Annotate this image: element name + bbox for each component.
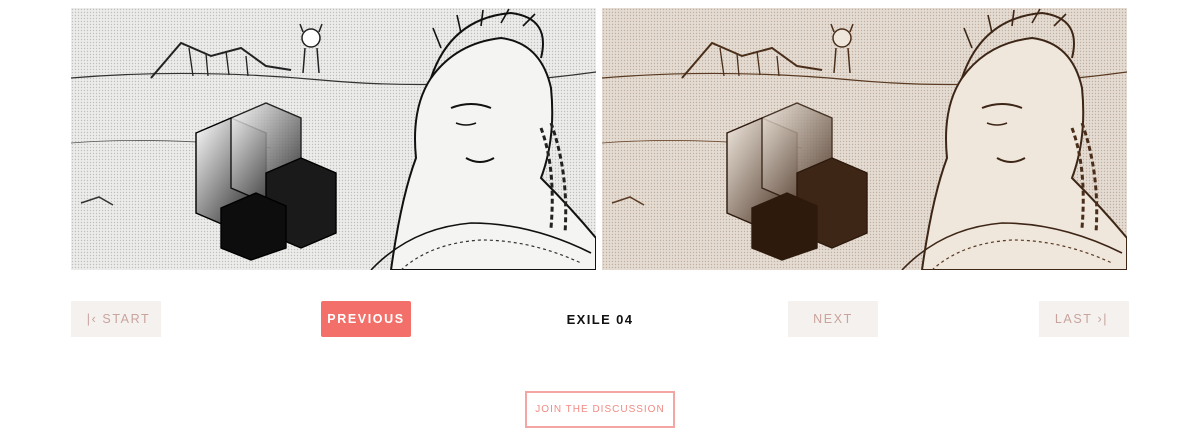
comic-illustration-grayscale — [71, 8, 596, 270]
start-label: START — [102, 312, 151, 326]
last-page-icon: ›| — [1097, 312, 1109, 326]
chapter-title: EXILE 04 — [566, 312, 634, 327]
previous-label: PREVIOUS — [327, 312, 405, 326]
last-button[interactable]: LAST ›| — [1039, 301, 1129, 337]
join-discussion-label: JOIN THE DISCUSSION — [535, 404, 665, 415]
next-button[interactable]: NEXT — [788, 301, 878, 337]
start-button[interactable]: |‹ START — [71, 301, 161, 337]
next-label: NEXT — [813, 312, 853, 326]
comic-panel-grayscale — [71, 8, 596, 270]
comic-panel-sepia — [602, 8, 1127, 270]
comic-viewer: |‹ START PREVIOUS EXILE 04 NEXT LAST ›| … — [0, 0, 1200, 442]
last-label: LAST — [1054, 312, 1093, 326]
comic-illustration-sepia — [602, 8, 1127, 270]
join-discussion-button[interactable]: JOIN THE DISCUSSION — [525, 391, 675, 428]
first-page-icon: |‹ — [86, 312, 98, 326]
previous-button[interactable]: PREVIOUS — [321, 301, 411, 337]
